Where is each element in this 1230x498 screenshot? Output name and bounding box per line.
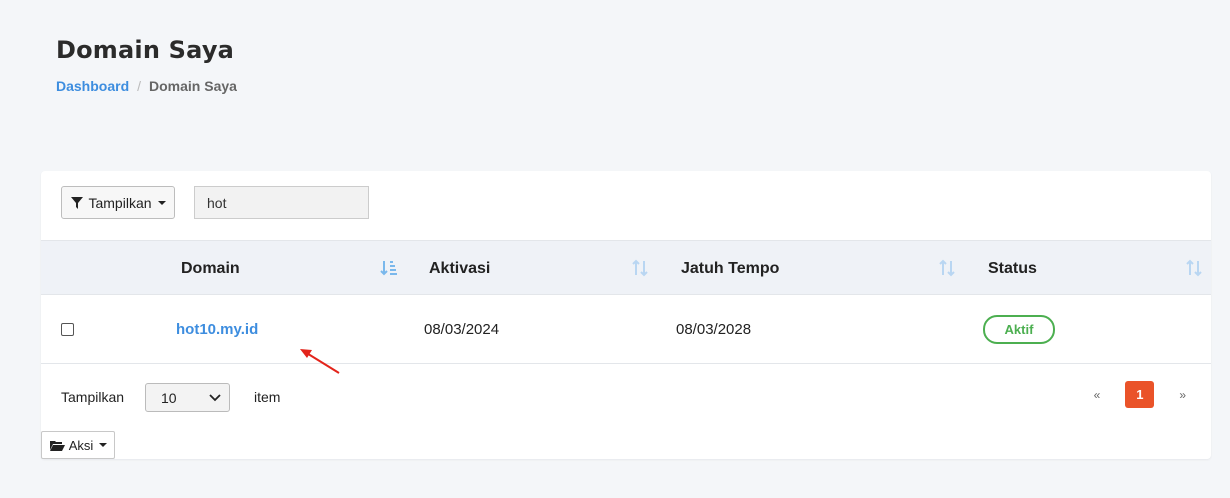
- column-header-domain[interactable]: Domain: [181, 241, 240, 296]
- activation-date: 08/03/2024: [424, 321, 500, 338]
- breadcrumb-dashboard-link[interactable]: Dashboard: [56, 78, 129, 94]
- search-input[interactable]: [194, 186, 369, 219]
- filter-button[interactable]: Tampilkan: [61, 186, 175, 219]
- caret-down-icon: [99, 443, 108, 447]
- sort-icon[interactable]: [1185, 259, 1203, 277]
- column-header-activation[interactable]: Aktivasi: [429, 241, 490, 296]
- item-label: item: [254, 389, 281, 405]
- sort-icon[interactable]: [631, 259, 649, 277]
- per-page-value: 10: [161, 389, 177, 406]
- chevron-down-icon: [209, 393, 221, 401]
- red-arrow-annotation: [300, 349, 340, 374]
- status-badge: Aktif: [983, 315, 1055, 344]
- pager-prev[interactable]: «: [1094, 388, 1101, 402]
- filter-button-label: Tampilkan: [88, 194, 152, 211]
- domain-link[interactable]: hot10.my.id: [176, 321, 258, 338]
- sort-desc-icon[interactable]: [380, 259, 398, 277]
- due-date: 08/03/2028: [676, 321, 752, 338]
- breadcrumb: Dashboard / Domain Saya: [56, 78, 237, 94]
- pager-current-page[interactable]: 1: [1125, 381, 1155, 408]
- filter-icon: [71, 196, 84, 209]
- column-header-due-date[interactable]: Jatuh Tempo: [681, 241, 779, 296]
- domain-cell: hot10.my.id: [176, 295, 258, 364]
- action-button-label: Aksi: [68, 437, 94, 453]
- per-page-select[interactable]: 10: [145, 383, 230, 412]
- show-label: Tampilkan: [61, 389, 125, 405]
- page-title: Domain Saya: [56, 36, 235, 64]
- toolbar: Tampilkan: [61, 186, 369, 219]
- domain-card: Tampilkan Domain Aktivasi Jatuh Tempo St…: [41, 171, 1211, 459]
- sort-icon[interactable]: [938, 259, 956, 277]
- breadcrumb-current: Domain Saya: [149, 78, 237, 94]
- breadcrumb-separator: /: [137, 78, 142, 94]
- caret-down-icon: [157, 200, 166, 205]
- folder-open-icon: [49, 441, 65, 451]
- table-row: hot10.my.id 08/03/2024 08/03/2028 Aktif: [41, 295, 1211, 364]
- action-button[interactable]: Aksi: [41, 431, 115, 459]
- pagination: « 1 »: [1094, 381, 1186, 408]
- row-checkbox-cell: [61, 295, 74, 364]
- row-checkbox[interactable]: [61, 323, 74, 336]
- table-header: Domain Aktivasi Jatuh Tempo Status: [41, 240, 1211, 295]
- column-header-status[interactable]: Status: [988, 241, 1037, 296]
- status-cell: Aktif: [983, 295, 1055, 364]
- pager-next[interactable]: »: [1179, 388, 1186, 402]
